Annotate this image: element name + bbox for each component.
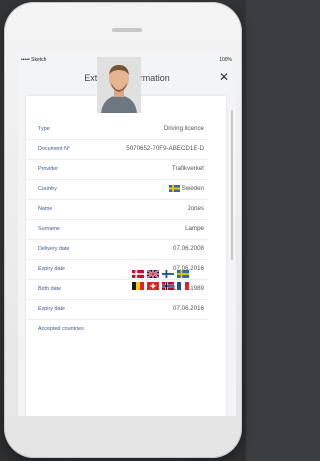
- info-row-name: Name Jones: [22, 200, 208, 220]
- row-value: 5070652-70F9-ABECD1E-D: [126, 145, 204, 152]
- row-label: Surname: [38, 226, 60, 232]
- home-button[interactable]: [100, 422, 146, 448]
- switzerland-flag-icon: [147, 282, 159, 290]
- phone-frame: ••••• Sketch 9:41 AM 100% Extended Infor…: [4, 2, 242, 458]
- info-row-country: Country Sweden: [22, 180, 208, 200]
- row-label: Name: [38, 206, 53, 212]
- flag-row: [132, 270, 204, 278]
- profile-photo: [97, 57, 141, 113]
- row-label: Type: [38, 126, 50, 132]
- belgium-flag-icon: [132, 282, 144, 290]
- france-flag-icon: [177, 282, 189, 290]
- sweden-flag-icon: [177, 270, 189, 278]
- info-row-expiry-date-2: Expiry date 07.06.2016: [22, 300, 208, 320]
- info-row-surname: Surname Lampe: [22, 220, 208, 240]
- row-value-country: Sweden: [168, 185, 204, 193]
- row-label: Expiry date: [38, 266, 65, 272]
- scrollbar[interactable]: [231, 110, 233, 260]
- info-list: Type Driving licence Document N° 5070652…: [22, 120, 208, 339]
- battery-label: 100%: [219, 57, 232, 63]
- row-value: Lampe: [185, 225, 204, 232]
- speaker-grille: [112, 28, 142, 32]
- row-label: Provider: [38, 166, 59, 172]
- flag-row: [132, 282, 204, 290]
- close-icon: ✕: [218, 70, 230, 84]
- finland-flag-icon: [162, 270, 174, 278]
- row-label: Document N°: [38, 146, 71, 152]
- uk-flag-icon: [147, 270, 159, 278]
- info-row-document-number: Document N° 5070652-70F9-ABECD1E-D: [22, 140, 208, 160]
- row-label: Accepted countries: [38, 326, 84, 332]
- row-label: Birth date: [38, 286, 62, 292]
- row-value: Driving licence: [163, 125, 204, 132]
- row-value: 07.06.2008: [173, 245, 204, 252]
- row-value: Jones: [187, 205, 204, 212]
- accepted-countries-flags: [132, 270, 204, 294]
- row-value: Trafikverket: [171, 165, 204, 172]
- info-row-type: Type Driving licence: [22, 120, 208, 140]
- denmark-flag-icon: [132, 270, 144, 278]
- info-row-provider: Provider Trafikverket: [22, 160, 208, 180]
- norway-flag-icon: [162, 282, 174, 290]
- row-label: Country: [38, 186, 57, 192]
- country-name: Sweden: [181, 185, 204, 193]
- row-value: 07.06.2016: [173, 305, 204, 312]
- info-row-delivery-date: Delivery date 07.06.2008: [22, 240, 208, 260]
- close-button[interactable]: ✕: [216, 69, 232, 85]
- row-label: Expiry date: [38, 306, 65, 312]
- info-row-accepted-countries: Accepted countries: [22, 320, 208, 339]
- avatar-image: [97, 57, 141, 113]
- sweden-flag-icon: [168, 185, 180, 192]
- row-label: Delivery date: [38, 246, 70, 252]
